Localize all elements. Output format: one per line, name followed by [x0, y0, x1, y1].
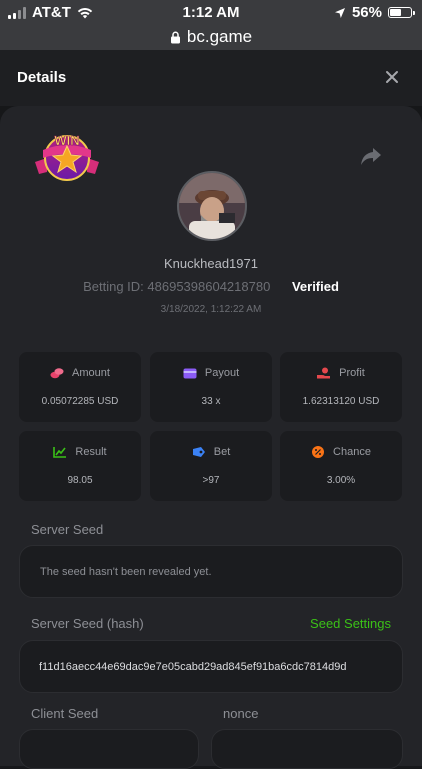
player-username: Knuckhead1971: [164, 256, 258, 271]
modal-title: Details: [17, 69, 67, 86]
stat-label: Amount: [72, 367, 110, 379]
client-seed-field[interactable]: [19, 729, 199, 769]
battery-percent: 56%: [351, 4, 382, 21]
hand-money-icon: [317, 367, 331, 379]
stat-value: 3.00%: [326, 475, 356, 486]
server-seed-hash-label: Server Seed (hash): [31, 616, 144, 631]
stat-value: 0.05072285 USD: [41, 396, 119, 407]
stat-label: Profit: [339, 367, 365, 379]
betting-id-row: Betting ID: 48695398604218780 Verified: [0, 279, 422, 294]
chart-up-icon: [53, 447, 67, 458]
stat-label: Result: [75, 446, 107, 458]
status-bar: AT&T 1:12 AM 56%: [0, 0, 422, 24]
wallet-icon: [183, 368, 197, 379]
seed-settings-link[interactable]: Seed Settings: [310, 616, 391, 631]
betting-id-label: Betting ID:: [83, 279, 144, 294]
stat-bet: Bet >97: [150, 431, 272, 501]
address-bar[interactable]: bc.game: [0, 24, 422, 50]
server-seed-hash-value: f11d16aecc44e69dac9e7e05cabd29ad845ef91b…: [39, 660, 347, 673]
location-arrow-icon: [334, 7, 345, 18]
stat-value: 33 x: [201, 396, 221, 407]
stat-result: Result 98.05: [19, 431, 141, 501]
stat-label: Payout: [204, 367, 240, 379]
stat-value: >97: [202, 475, 220, 486]
avatar: [177, 171, 247, 241]
close-icon: [386, 71, 398, 83]
server-seed-field: The seed hasn't been revealed yet.: [19, 545, 403, 598]
stat-label: Chance: [333, 446, 371, 458]
bet-date: 3/18/2022, 1:12:22 AM: [160, 304, 262, 315]
stat-profit: Profit 1.62313120 USD: [280, 352, 402, 422]
betting-id-value: 48695398604218780: [147, 279, 271, 294]
lock-icon: [170, 31, 180, 43]
stat-value: 98.05: [67, 475, 93, 486]
svg-text:WIN: WIN: [54, 133, 79, 148]
share-icon[interactable]: [360, 146, 382, 166]
nonce-field[interactable]: [211, 729, 403, 769]
url-domain: bc.game: [186, 27, 253, 46]
stat-payout: Payout 33 x: [150, 352, 272, 422]
coins-icon: [50, 368, 64, 379]
stat-amount: Amount 0.05072285 USD: [19, 352, 141, 422]
modal-header: Details: [0, 50, 422, 106]
stat-label: Bet: [213, 446, 231, 458]
nonce-label: nonce: [223, 706, 259, 721]
verified-badge[interactable]: Verified: [292, 279, 339, 294]
stat-chance: Chance 3.00%: [280, 431, 402, 501]
close-button[interactable]: [380, 65, 404, 89]
server-seed-value: The seed hasn't been revealed yet.: [40, 565, 212, 578]
server-seed-label: Server Seed: [31, 522, 104, 537]
client-seed-label: Client Seed: [31, 706, 99, 721]
win-badge-icon: WIN: [35, 133, 99, 181]
ticket-icon: [192, 447, 205, 457]
status-right: 56%: [334, 4, 415, 21]
server-seed-hash-field[interactable]: f11d16aecc44e69dac9e7e05cabd29ad845ef91b…: [19, 640, 403, 693]
percent-icon: [312, 446, 325, 458]
battery-icon: [388, 7, 415, 18]
stat-value: 1.62313120 USD: [302, 396, 380, 407]
